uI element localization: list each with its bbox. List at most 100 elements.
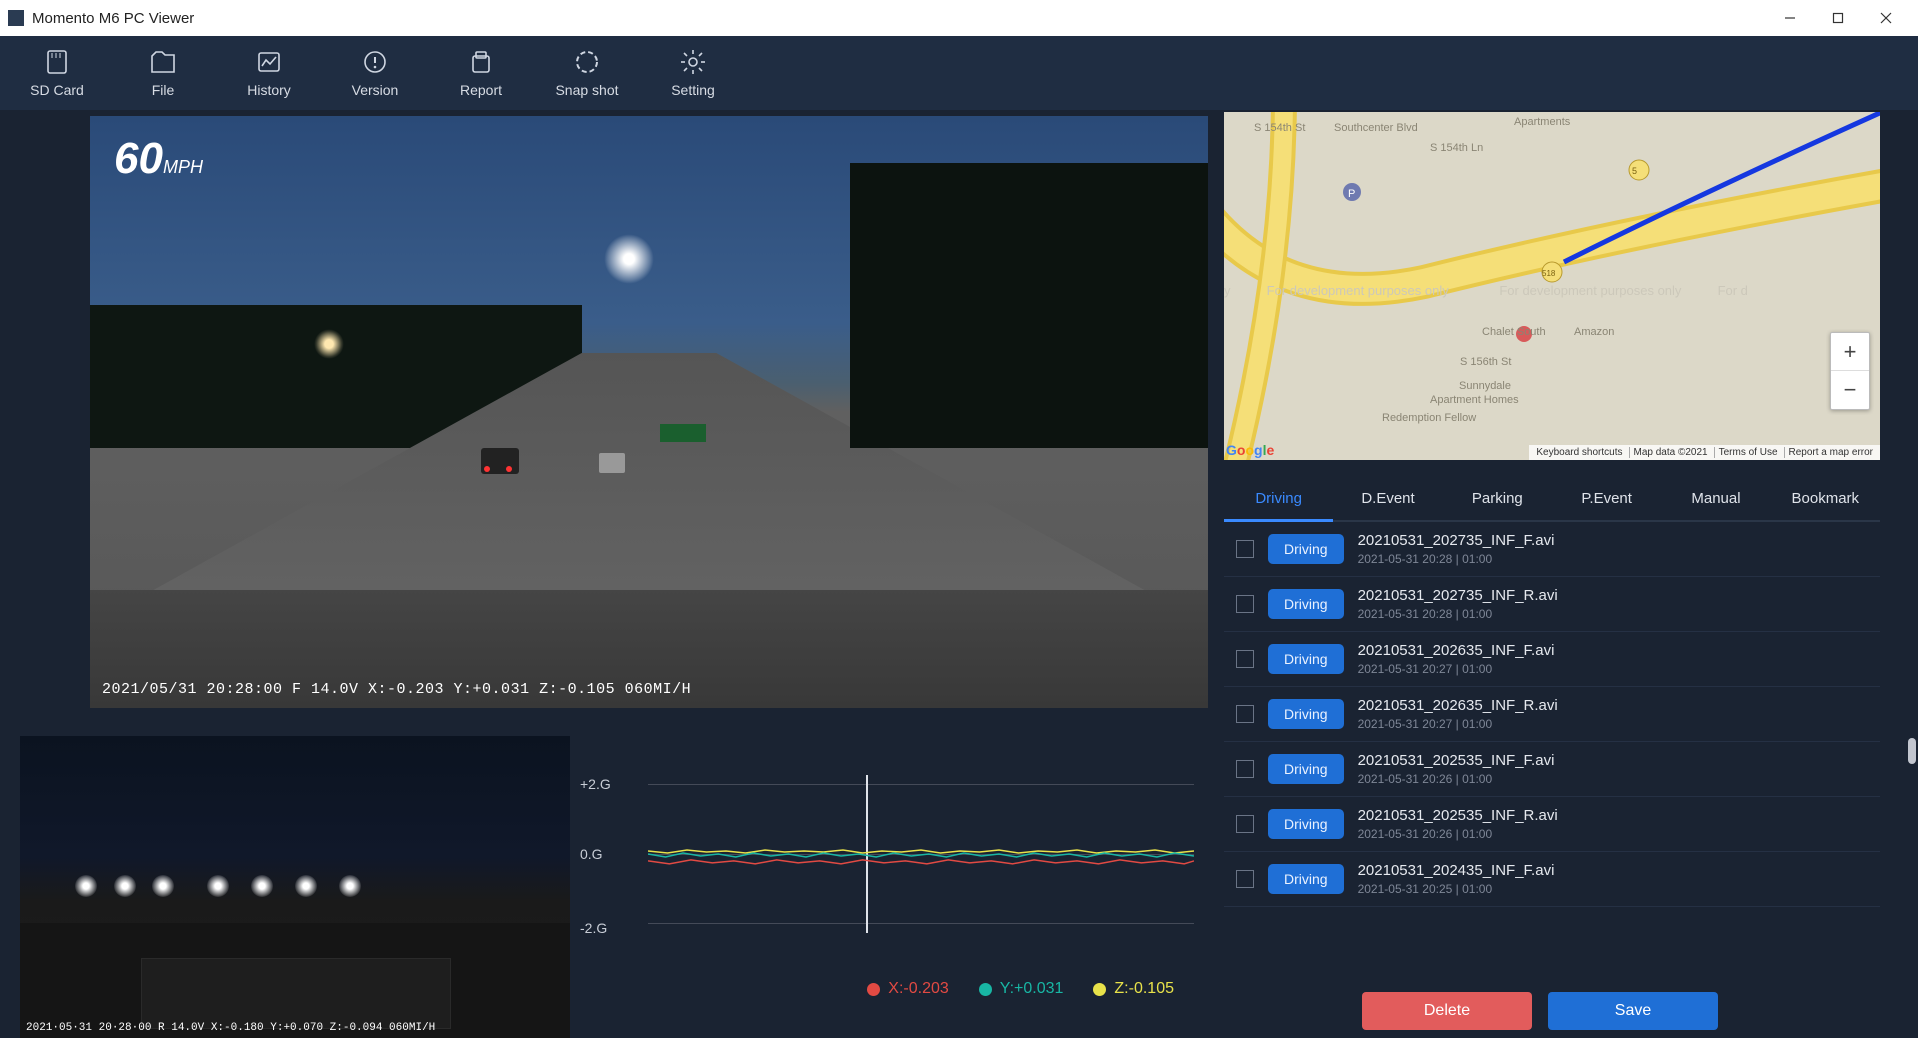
tab-parking[interactable]: Parking [1443,478,1552,520]
file-tag: Driving [1268,699,1344,729]
map-poi-label: Southcenter Blvd [1334,122,1418,134]
close-button[interactable] [1862,0,1910,36]
save-button[interactable]: Save [1548,992,1718,1030]
map-poi-label: Redemption Fellow [1382,412,1476,424]
file-tag: Driving [1268,589,1344,619]
file-row[interactable]: Driving20210531_202735_INF_F.avi2021-05-… [1224,522,1880,577]
file-name: 20210531_202535_INF_R.avi [1358,807,1558,824]
file-tabs: DrivingD.EventParkingP.EventManualBookma… [1224,478,1880,522]
map-attribution: Keyboard shortcutsMap data ©2021Terms of… [1529,445,1880,460]
file-tag: Driving [1268,644,1344,674]
toolbar: SD Card File History Version Report Snap shot… [0,36,1918,110]
gsensor-label-bot: -2.G [580,920,607,936]
report-icon [467,48,495,76]
file-checkbox[interactable] [1236,760,1254,778]
tool-label: Setting [671,82,715,98]
legend-text: Y:+0.031 [1000,980,1064,998]
legend-text: X:-0.203 [888,980,948,998]
map-zoom-out[interactable]: − [1831,371,1869,409]
tool-version[interactable]: Version [322,36,428,110]
tool-file[interactable]: File [110,36,216,110]
rear-video[interactable]: 2021·05·31 20·28·00 R 14.0V X:-0.180 Y:+… [20,736,570,1038]
google-logo: Google [1226,442,1274,458]
speed-value: 60 [114,134,163,183]
front-osd-text: 2021/05/31 20:28:00 F 14.0V X:-0.203 Y:+… [102,681,691,698]
svg-text:5: 5 [1632,166,1637,176]
file-checkbox[interactable] [1236,870,1254,888]
file-checkbox[interactable] [1236,705,1254,723]
tab-manual[interactable]: Manual [1661,478,1770,520]
tab-pevent[interactable]: P.Event [1552,478,1661,520]
app-icon [8,10,24,26]
window-title: Momento M6 PC Viewer [32,10,1766,27]
file-name: 20210531_202735_INF_R.avi [1358,587,1558,604]
map-poi-label: Chalet South [1482,326,1546,338]
setting-icon [679,48,707,76]
map-attrib-link[interactable]: Keyboard shortcuts [1532,447,1626,458]
tool-sdcard[interactable]: SD Card [4,36,110,110]
map-zoom-in[interactable]: + [1831,333,1869,371]
tool-label: SD Card [30,82,84,98]
file-row[interactable]: Driving20210531_202435_INF_F.avi2021-05-… [1224,852,1880,907]
gsensor-legend-item: Y:+0.031 [979,980,1064,998]
file-tag: Driving [1268,864,1344,894]
map-poi-label: S 156th St [1460,356,1511,368]
file-name: 20210531_202435_INF_F.avi [1358,862,1555,879]
map-attrib-link[interactable]: Terms of Use [1714,447,1782,458]
file-checkbox[interactable] [1236,540,1254,558]
maximize-button[interactable] [1814,0,1862,36]
file-info: 2021-05-31 20:26 | 01:00 [1358,772,1555,786]
tab-bookmark[interactable]: Bookmark [1771,478,1880,520]
file-icon [149,48,177,76]
tool-label: Version [352,82,399,98]
version-icon [361,48,389,76]
file-info: 2021-05-31 20:27 | 01:00 [1358,717,1558,731]
tab-devent[interactable]: D.Event [1333,478,1442,520]
front-video[interactable]: 60MPH 2021/05/31 20:28:00 F 14.0V X:-0.2… [90,116,1208,708]
map-attrib-link[interactable]: Report a map error [1784,447,1877,458]
file-row[interactable]: Driving20210531_202535_INF_F.avi2021-05-… [1224,742,1880,797]
file-checkbox[interactable] [1236,815,1254,833]
speed-overlay: 60MPH [114,134,203,184]
tool-snapshot[interactable]: Snap shot [534,36,640,110]
file-tag: Driving [1268,534,1344,564]
map-view[interactable]: P 5 518 rposes only For development purp… [1224,112,1880,460]
file-row[interactable]: Driving20210531_202735_INF_R.avi2021-05-… [1224,577,1880,632]
file-name: 20210531_202635_INF_R.avi [1358,697,1558,714]
sdcard-icon [43,48,71,76]
gsensor-plot[interactable] [648,784,1194,924]
file-tag: Driving [1268,754,1344,784]
file-row[interactable]: Driving20210531_202535_INF_R.avi2021-05-… [1224,797,1880,852]
map-poi-label: Apartments [1514,116,1570,128]
scrollbar-thumb[interactable] [1908,738,1916,764]
file-checkbox[interactable] [1236,595,1254,613]
map-poi-label: Sunnydale [1459,380,1511,392]
minimize-button[interactable] [1766,0,1814,36]
file-row[interactable]: Driving 20210531_202635_INF_R.avi 2021-05-… [1224,687,1880,742]
gsensor-panel: +2.G 0.G -2.G X:-0.203Y:+0.031Z:-0.105 [580,736,1224,1038]
file-row[interactable]: Driving 20210531_202635_INF_F.avi 2021-05-… [1224,632,1880,687]
delete-button[interactable]: Delete [1362,992,1532,1030]
tool-history[interactable]: History [216,36,322,110]
tool-report[interactable]: Report [428,36,534,110]
tool-label: History [247,82,291,98]
snapshot-icon [573,48,601,76]
map-attrib-link[interactable]: Map data ©2021 [1629,447,1712,458]
tool-label: File [152,82,175,98]
map-watermark: rposes only For development purposes onl… [1224,283,1880,298]
svg-text:P: P [1348,188,1355,200]
titlebar: Momento M6 PC Viewer [0,0,1918,36]
file-info: 2021-05-31 20:28 | 01:00 [1358,552,1555,566]
map-poi-label: S 154th Ln [1430,142,1483,154]
tab-driving[interactable]: Driving [1224,478,1333,522]
file-name: 20210531_202635_INF_F.avi [1358,642,1555,659]
svg-text:518: 518 [1542,269,1556,278]
rear-osd-text: 2021·05·31 20·28·00 R 14.0V X:-0.180 Y:+… [26,1022,435,1034]
file-checkbox[interactable] [1236,650,1254,668]
file-tag: Driving [1268,809,1344,839]
gsensor-legend-item: X:-0.203 [867,980,948,998]
file-list[interactable]: Driving20210531_202735_INF_F.avi2021-05-… [1224,522,1880,982]
tool-label: Snap shot [555,82,618,98]
tool-setting[interactable]: Setting [640,36,746,110]
file-info: 2021-05-31 20:27 | 01:00 [1358,662,1555,676]
